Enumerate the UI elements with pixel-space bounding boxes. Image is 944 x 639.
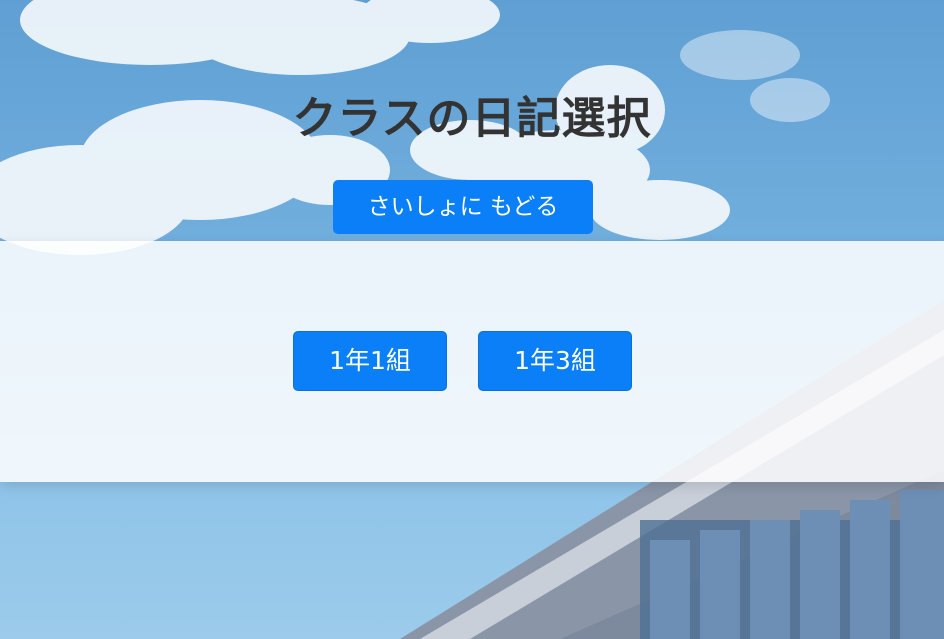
page-title: クラスの日記選択 [292,93,652,144]
back-to-start-button[interactable]: さいしょに もどる [333,180,593,234]
class-select-panel: 1年1組 1年3組 [0,241,944,482]
class-button-1-1[interactable]: 1年1組 [293,331,447,391]
class-button-1-3[interactable]: 1年3組 [478,331,632,391]
page-root: クラスの日記選択 さいしょに もどる 1年1組 1年3組 [0,0,944,639]
